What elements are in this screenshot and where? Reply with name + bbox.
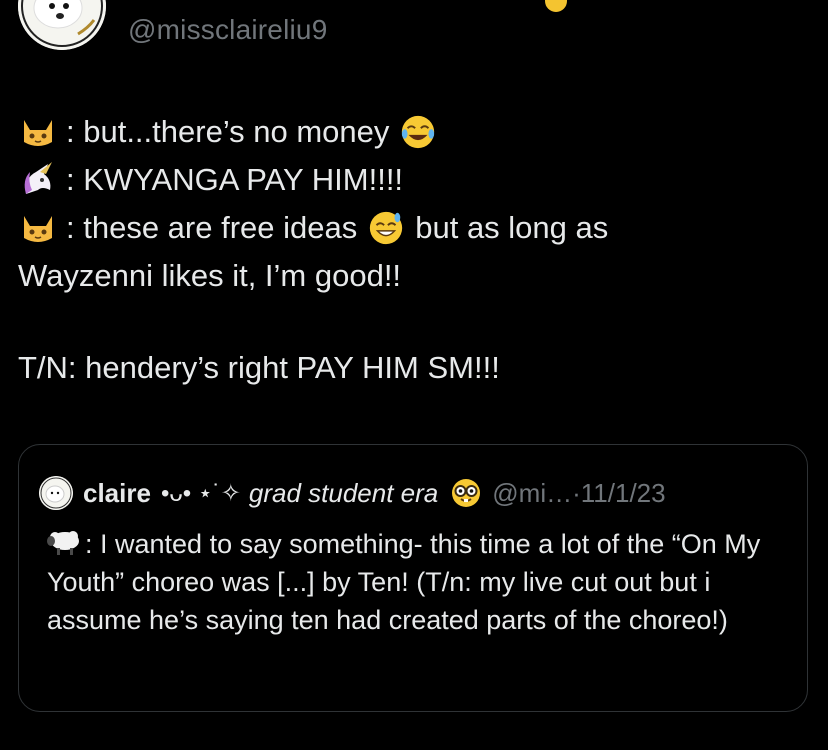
emoji-icon bbox=[545, 0, 567, 12]
unicorn-icon bbox=[24, 162, 52, 194]
author-avatar[interactable] bbox=[18, 0, 106, 50]
sheep-icon bbox=[47, 531, 79, 555]
tweet-tn-line: T/N: hendery’s right PAY HIM SM!!! bbox=[18, 344, 808, 392]
quoted-tweet-body: : I wanted to say something- this time a… bbox=[47, 525, 797, 639]
nerd-face-icon bbox=[452, 479, 481, 507]
quoted-separator: · bbox=[572, 477, 581, 508]
quoted-author-name[interactable]: claire bbox=[83, 478, 151, 509]
quoted-tweet-card[interactable]: claire •ᴗ• ⋆˙✧ grad student era @mi… · 1… bbox=[18, 444, 808, 712]
tweet-line-2: : KWYANGA PAY HIM!!!! bbox=[18, 156, 808, 204]
quoted-author-name-decoration: •ᴗ• ⋆˙✧ bbox=[160, 479, 241, 507]
sweat-smile-icon bbox=[370, 211, 403, 245]
cat-face-icon bbox=[24, 120, 52, 146]
author-handle[interactable]: @missclaireliu9 bbox=[128, 14, 327, 46]
quoted-date: 11/1/23 bbox=[580, 477, 666, 508]
tweet-line-2-text: : KWYANGA PAY HIM!!!! bbox=[66, 162, 404, 197]
tweet-line-1: : but...there’s no money bbox=[18, 108, 808, 156]
tweet-line-1-text: : but...there’s no money bbox=[66, 114, 390, 149]
tweet-text: : but...there’s no money : KWYANGA PAY H… bbox=[18, 108, 808, 392]
tweet-line-4-text: Wayzenni likes it, I’m good!! bbox=[18, 258, 402, 293]
tweet-line-3-text: : these are free ideas bbox=[66, 210, 358, 245]
cat-face-icon bbox=[24, 216, 52, 242]
quoted-author-avatar bbox=[39, 476, 73, 510]
tweet-line-4: Wayzenni likes it, I’m good!! bbox=[18, 252, 808, 300]
tears-of-joy-icon bbox=[402, 115, 435, 149]
quoted-author-bio-tag: grad student era bbox=[248, 477, 439, 508]
tweet-tn-text: T/N: hendery’s right PAY HIM SM!!! bbox=[18, 350, 500, 385]
tweet-line-3-text-after: but as long as bbox=[415, 210, 609, 245]
tweet-header: @missclaireliu9 bbox=[0, 0, 828, 70]
tweet-line-3: : these are free ideas but as long as bbox=[18, 204, 808, 252]
quoted-tweet-header: claire •ᴗ• ⋆˙✧ grad student era @mi… · 1… bbox=[39, 473, 666, 513]
quoted-tweet-text: : I wanted to say something- this time a… bbox=[47, 529, 761, 635]
quoted-author-handle: @mi… bbox=[492, 477, 573, 508]
